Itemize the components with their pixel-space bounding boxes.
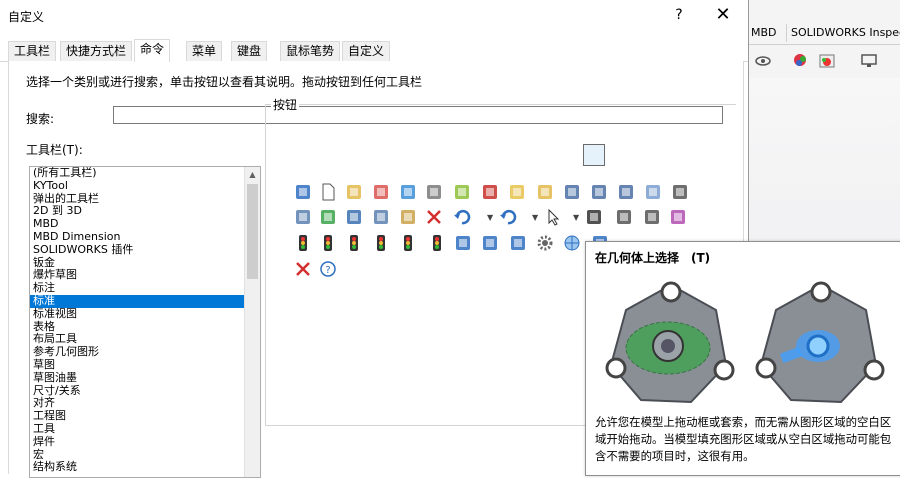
recent-icon[interactable] bbox=[452, 182, 472, 202]
tab-mbd[interactable]: MBD bbox=[746, 24, 783, 42]
category-item[interactable]: 草图 bbox=[30, 358, 260, 372]
title-bar[interactable]: 自定义 ? ✕ bbox=[0, 0, 748, 31]
box-select-icon[interactable] bbox=[642, 207, 662, 227]
category-item[interactable]: SOLIDWORKS 插件 bbox=[30, 243, 260, 257]
hide-show-items-icon[interactable] bbox=[754, 52, 772, 70]
category-item[interactable]: 2D 到 3D bbox=[30, 205, 260, 218]
edit-appearance-icon[interactable] bbox=[792, 52, 810, 70]
category-item[interactable]: 工具 bbox=[30, 422, 260, 436]
dropdown-arrow-icon[interactable]: ▼ bbox=[573, 213, 579, 222]
category-item[interactable]: MBD Dimension bbox=[30, 230, 260, 244]
select-over-geometry-highlight bbox=[583, 144, 605, 166]
category-item[interactable]: KYTool bbox=[30, 179, 260, 193]
tab-menus[interactable]: 菜单 bbox=[186, 41, 223, 61]
tooltip-title: 在几何体上选择 (T) bbox=[595, 251, 711, 265]
category-item[interactable]: 焊件 bbox=[30, 435, 260, 449]
rebuild-icon[interactable] bbox=[398, 182, 418, 202]
traffic-light-2-icon[interactable] bbox=[318, 233, 338, 253]
dialog-title: 自定义 bbox=[8, 10, 45, 24]
tab-keyboard[interactable]: 键盘 bbox=[231, 41, 268, 61]
help-button[interactable]: ? bbox=[664, 0, 694, 30]
tooltip-description: 允许您在模型上拖动框或套索，而无需从图形区域的空白区域开始拖动。当模型填充图形区… bbox=[595, 415, 892, 463]
delete-icon[interactable] bbox=[424, 207, 444, 227]
tab-customization[interactable]: 自定义 bbox=[342, 41, 391, 61]
red-x-icon[interactable] bbox=[293, 259, 313, 279]
help-icon[interactable]: ? bbox=[318, 259, 338, 279]
dropdown-arrow-icon[interactable]: ▼ bbox=[487, 213, 493, 222]
category-item[interactable]: 结构系统 bbox=[30, 461, 260, 474]
category-item[interactable]: 尺寸/关系 bbox=[30, 384, 260, 398]
category-item[interactable]: 工程图 bbox=[30, 409, 260, 423]
part-left-image bbox=[605, 281, 735, 404]
category-item[interactable]: 标注 bbox=[30, 281, 260, 295]
category-item[interactable]: 标准视图 bbox=[30, 307, 260, 321]
redo-icon[interactable] bbox=[498, 207, 518, 227]
select-icon[interactable] bbox=[543, 207, 563, 227]
instructions-text: 选择一个类别或进行搜索，单击按钮以查看其说明。拖动按钮到任何工具栏 bbox=[26, 75, 423, 89]
gear-icon[interactable] bbox=[535, 233, 555, 253]
home-icon[interactable] bbox=[293, 182, 313, 202]
options-icon[interactable] bbox=[424, 182, 444, 202]
traffic-light-5-icon[interactable] bbox=[398, 233, 418, 253]
tab-commands[interactable]: 命令 bbox=[134, 39, 171, 62]
svg-text:?: ? bbox=[325, 265, 330, 276]
print-preview-icon[interactable] bbox=[643, 182, 663, 202]
cut-icon[interactable] bbox=[344, 207, 364, 227]
tab-mouse-gestures[interactable]: 鼠标笔势 bbox=[280, 41, 341, 61]
tab-toolbars[interactable]: 工具栏 bbox=[8, 41, 57, 61]
copy-files-icon[interactable] bbox=[616, 182, 636, 202]
category-item[interactable]: 参考几何图形 bbox=[30, 345, 260, 359]
search-label: 搜索: bbox=[26, 112, 55, 126]
scroll-up-arrow-icon[interactable]: ▲ bbox=[245, 167, 260, 182]
save-icon[interactable] bbox=[562, 182, 582, 202]
traffic-light-3-icon[interactable] bbox=[344, 233, 364, 253]
category-item[interactable]: 爆炸草图 bbox=[30, 269, 260, 282]
table-icon[interactable] bbox=[480, 233, 500, 253]
dropdown-arrow-icon[interactable]: ▼ bbox=[532, 213, 538, 222]
view-settings-icon[interactable] bbox=[860, 52, 878, 70]
traffic-light-4-icon[interactable] bbox=[371, 233, 391, 253]
browser-icon[interactable] bbox=[318, 207, 338, 227]
scroll-thumb[interactable] bbox=[247, 184, 258, 279]
magnified-selection-icon[interactable] bbox=[614, 207, 634, 227]
new-document-icon[interactable] bbox=[318, 182, 338, 202]
select-over-geometry-icon[interactable] bbox=[584, 207, 604, 227]
tab-strip: 工具栏 快捷方式栏 命令 菜单 键盘 鼠标笔势 自定义 bbox=[0, 39, 748, 62]
apply-scene-icon[interactable] bbox=[818, 52, 836, 70]
tooltip-illustration bbox=[605, 281, 885, 404]
traffic-light-icon[interactable] bbox=[293, 233, 313, 253]
buttons-label: 按钮 bbox=[271, 96, 300, 113]
category-item[interactable]: (所有工具栏) bbox=[30, 167, 260, 180]
print-icon[interactable] bbox=[670, 182, 690, 202]
toolbars-label: 工具栏(T): bbox=[26, 143, 83, 157]
selection-filter-icon[interactable] bbox=[668, 207, 688, 227]
category-item[interactable]: 标准 bbox=[30, 294, 260, 308]
heads-up-view-toolbar bbox=[748, 48, 900, 74]
open-folder-icon[interactable] bbox=[344, 182, 364, 202]
save-all-icon[interactable] bbox=[589, 182, 609, 202]
undo-icon[interactable] bbox=[452, 207, 472, 227]
toolbox-icon[interactable] bbox=[480, 182, 500, 202]
tab-solidworks-inspection[interactable]: SOLIDWORKS Inspec bbox=[786, 24, 900, 42]
assembly-icon[interactable] bbox=[535, 182, 555, 202]
traffic-light-6-icon[interactable] bbox=[427, 233, 447, 253]
category-item[interactable]: 草图油墨 bbox=[30, 371, 260, 385]
close-button[interactable]: ✕ bbox=[706, 0, 740, 30]
category-list[interactable]: (所有工具栏) KYTool 弹出的工具栏 2D 到 3D MBD MBD Dimensi… bbox=[29, 166, 261, 478]
copy-icon[interactable] bbox=[371, 207, 391, 227]
command-manager-tabs: MBD SOLIDWORKS Inspec bbox=[746, 22, 900, 45]
tab-shortcut-bars[interactable]: 快捷方式栏 bbox=[60, 41, 133, 61]
make-drawing-icon[interactable] bbox=[371, 182, 391, 202]
globe-icon[interactable] bbox=[562, 233, 582, 253]
part-right-image bbox=[755, 281, 885, 404]
list-icon[interactable] bbox=[453, 233, 473, 253]
make-assembly-icon[interactable] bbox=[293, 207, 313, 227]
paste-icon[interactable] bbox=[398, 207, 418, 227]
table-2-icon[interactable] bbox=[508, 233, 528, 253]
command-tooltip: 在几何体上选择 (T) 允许您在模型上拖动框或套索，而无需从图形区域的空白区域开… bbox=[585, 241, 900, 476]
category-scrollbar[interactable]: ▲ bbox=[244, 167, 260, 477]
file-properties-icon[interactable] bbox=[507, 182, 527, 202]
